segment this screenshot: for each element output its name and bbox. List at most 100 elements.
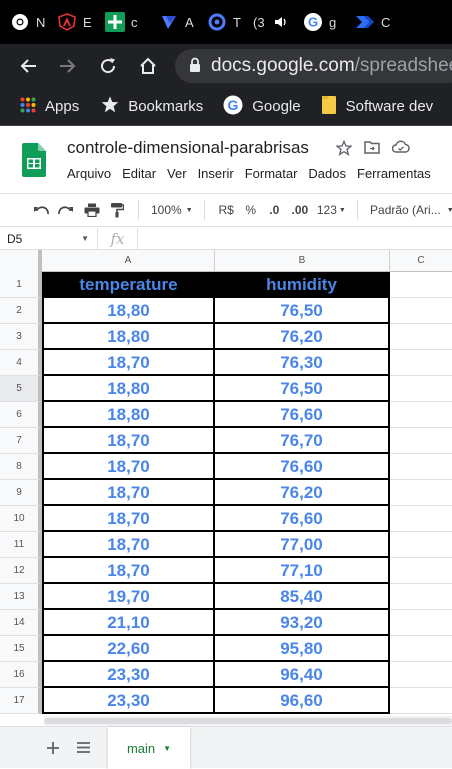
- menu-ferramentas[interactable]: Ferramentas: [357, 166, 431, 181]
- cell-c[interactable]: [390, 610, 452, 636]
- paint-format-icon[interactable]: [105, 194, 131, 226]
- cell-humidity[interactable]: 76,60: [215, 454, 390, 480]
- document-title[interactable]: controle-dimensional-parabrisas: [67, 138, 309, 158]
- cell-humidity[interactable]: 95,80: [215, 636, 390, 662]
- cell-humidity[interactable]: 76,50: [215, 376, 390, 402]
- browser-tab[interactable]: (3: [249, 0, 299, 44]
- cell-temperature[interactable]: 18,80: [42, 298, 215, 324]
- cell-c[interactable]: [390, 402, 452, 428]
- increase-decimal-button[interactable]: .00: [286, 194, 314, 226]
- browser-tab[interactable]: C: [351, 0, 401, 44]
- number-format-select[interactable]: 123 ▼: [314, 194, 349, 226]
- print-icon[interactable]: [79, 194, 105, 226]
- zoom-select[interactable]: 100% ▼: [147, 194, 196, 226]
- chevron-down-icon[interactable]: ▼: [163, 744, 171, 753]
- cell-humidity[interactable]: 85,40: [215, 584, 390, 610]
- browser-tab[interactable]: E: [45, 0, 95, 44]
- font-select[interactable]: Padrão (Ari... ▼: [366, 194, 452, 226]
- cell-humidity[interactable]: 76,30: [215, 350, 390, 376]
- sheet-tab-main[interactable]: main ▼: [108, 727, 190, 769]
- percent-format-button[interactable]: %: [239, 194, 263, 226]
- cell-c[interactable]: [390, 298, 452, 324]
- forward-icon[interactable]: [48, 44, 88, 88]
- row-header[interactable]: 11: [0, 532, 42, 558]
- decrease-decimal-button[interactable]: .0: [263, 194, 287, 226]
- browser-tab[interactable]: T: [197, 0, 249, 44]
- menu-ver[interactable]: Ver: [167, 166, 187, 181]
- all-sheets-icon[interactable]: [68, 727, 98, 769]
- cell-c[interactable]: [390, 506, 452, 532]
- cell-temperature[interactable]: 23,30: [42, 688, 215, 714]
- cell-temperature[interactable]: 18,70: [42, 558, 215, 584]
- row-header[interactable]: 9: [0, 480, 42, 506]
- scrollbar-thumb[interactable]: [44, 718, 452, 724]
- column-header-c[interactable]: C: [390, 250, 452, 272]
- row-header[interactable]: 6: [0, 402, 42, 428]
- currency-format-button[interactable]: R$: [213, 194, 239, 226]
- cell-c[interactable]: [390, 376, 452, 402]
- menu-inserir[interactable]: Inserir: [198, 166, 234, 181]
- speaker-icon[interactable]: [271, 12, 291, 32]
- menu-arquivo[interactable]: Arquivo: [67, 166, 111, 181]
- cell-humidity[interactable]: 96,40: [215, 662, 390, 688]
- row-header[interactable]: 16: [0, 662, 42, 688]
- browser-tab[interactable]: G g: [299, 0, 351, 44]
- row-header[interactable]: 10: [0, 506, 42, 532]
- cell-c[interactable]: [390, 428, 452, 454]
- cell-c[interactable]: [390, 662, 452, 688]
- cell-c[interactable]: [390, 558, 452, 584]
- cell-c[interactable]: [390, 636, 452, 662]
- row-header[interactable]: 15: [0, 636, 42, 662]
- add-sheet-icon[interactable]: [38, 727, 68, 769]
- row-header[interactable]: 8: [0, 454, 42, 480]
- cell-temperature[interactable]: 18,70: [42, 350, 215, 376]
- cell-temperature[interactable]: 19,70: [42, 584, 215, 610]
- cell-temperature[interactable]: 18,70: [42, 532, 215, 558]
- header-cell-humidity[interactable]: humidity: [215, 272, 390, 298]
- cell-temperature[interactable]: 18,80: [42, 324, 215, 350]
- undo-icon[interactable]: [28, 194, 54, 226]
- row-header[interactable]: 12: [0, 558, 42, 584]
- cell-c[interactable]: [390, 688, 452, 714]
- cell-humidity[interactable]: 76,20: [215, 480, 390, 506]
- menu-formatar[interactable]: Formatar: [245, 166, 298, 181]
- header-cell-temperature[interactable]: temperature: [42, 272, 215, 298]
- cell-temperature[interactable]: 18,70: [42, 506, 215, 532]
- cell-humidity[interactable]: 77,00: [215, 532, 390, 558]
- row-header[interactable]: 14: [0, 610, 42, 636]
- row-header[interactable]: 13: [0, 584, 42, 610]
- cloud-status-icon[interactable]: [391, 140, 410, 161]
- redo-icon[interactable]: [54, 194, 80, 226]
- sheets-logo-icon[interactable]: [22, 143, 46, 177]
- browser-tab[interactable]: A: [147, 0, 197, 44]
- cell-temperature[interactable]: 18,80: [42, 376, 215, 402]
- cell-humidity[interactable]: 76,60: [215, 506, 390, 532]
- cell-temperature[interactable]: 18,80: [42, 402, 215, 428]
- menu-editar[interactable]: Editar: [122, 166, 156, 181]
- cell-c[interactable]: [390, 480, 452, 506]
- cell-temperature[interactable]: 18,70: [42, 454, 215, 480]
- bookmark-apps[interactable]: Apps: [20, 97, 79, 117]
- bookmark-google[interactable]: G Google: [223, 95, 301, 119]
- row-header[interactable]: 4: [0, 350, 42, 376]
- row-header[interactable]: 7: [0, 428, 42, 454]
- cell-humidity[interactable]: 76,70: [215, 428, 390, 454]
- row-header[interactable]: 3: [0, 324, 42, 350]
- cell-c[interactable]: [390, 532, 452, 558]
- cell-c[interactable]: [390, 454, 452, 480]
- cell-c[interactable]: [390, 584, 452, 610]
- cell-humidity[interactable]: 96,60: [215, 688, 390, 714]
- row-header[interactable]: 1: [0, 272, 42, 298]
- cell-c[interactable]: [390, 272, 452, 298]
- cell-c[interactable]: [390, 324, 452, 350]
- menu-dados[interactable]: Dados: [308, 166, 346, 181]
- move-folder-icon[interactable]: [364, 140, 380, 161]
- column-header-a[interactable]: A: [42, 250, 215, 272]
- row-header[interactable]: 17: [0, 688, 42, 714]
- cell-temperature[interactable]: 18,70: [42, 480, 215, 506]
- cell-humidity[interactable]: 77,10: [215, 558, 390, 584]
- cell-humidity[interactable]: 93,20: [215, 610, 390, 636]
- horizontal-scrollbar[interactable]: [44, 716, 452, 726]
- cell-temperature[interactable]: 23,30: [42, 662, 215, 688]
- cell-c[interactable]: [390, 350, 452, 376]
